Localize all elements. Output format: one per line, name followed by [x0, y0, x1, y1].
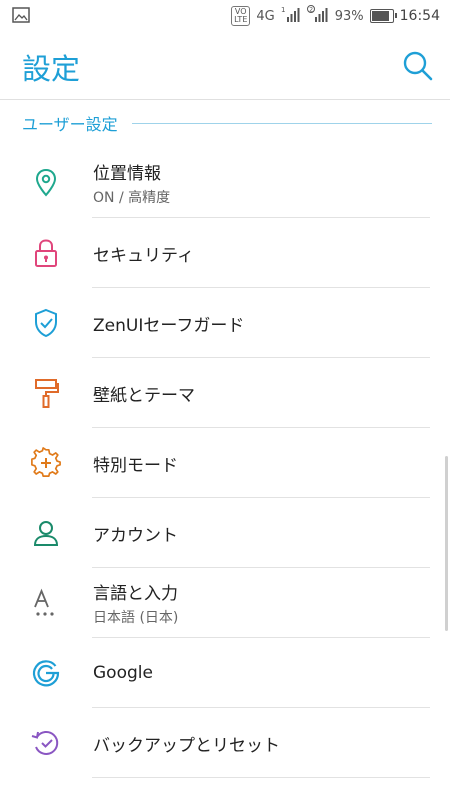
divider — [92, 777, 430, 778]
section-divider — [131, 122, 432, 124]
item-title: アカウント — [93, 525, 178, 546]
app-bar: 設定 — [0, 32, 450, 100]
page-title: 設定 — [22, 52, 81, 86]
backup-restore-icon — [30, 727, 62, 759]
list-item-backup-reset[interactable]: バックアップとリセット — [0, 708, 450, 778]
item-title: 壁紙とテーマ — [93, 385, 195, 406]
scrollbar[interactable] — [445, 456, 448, 631]
language-icon — [30, 587, 62, 619]
list-item-special-mode[interactable]: 特別モード — [0, 428, 450, 498]
item-title: 言語と入力 — [93, 584, 178, 604]
lock-icon — [30, 237, 62, 269]
battery-icon — [369, 9, 397, 23]
battery-percent: 93% — [334, 8, 364, 24]
svg-text:2: 2 — [309, 7, 313, 14]
image-notification-icon — [12, 7, 30, 27]
gear-plus-icon — [30, 447, 62, 479]
item-title: セキュリティ — [93, 245, 194, 266]
paint-roller-icon — [30, 377, 62, 409]
status-bar: VO LTE 4G 1 2 93% 16:54 — [0, 0, 450, 32]
location-pin-icon — [30, 167, 62, 199]
item-subtitle: ON / 高精度 — [93, 190, 171, 206]
list-item-zenui-safeguard[interactable]: ZenUIセーフガード — [0, 288, 450, 358]
item-title: 位置情報 — [93, 164, 161, 184]
signal-sim2-icon: 2 — [306, 5, 329, 27]
shield-icon — [30, 307, 62, 339]
list-item-google[interactable]: Google — [0, 638, 450, 708]
section-header: ユーザー設定 — [22, 110, 432, 136]
person-icon — [30, 517, 62, 549]
settings-list: 位置情報 ON / 高精度 セキュリティ ZenUIセーフガード 壁紙とテーマ … — [0, 148, 450, 778]
section-label: ユーザー設定 — [22, 115, 118, 134]
list-item-accounts[interactable]: アカウント — [0, 498, 450, 568]
volte-icon: VO LTE — [231, 6, 251, 26]
list-item-language-input[interactable]: 言語と入力 日本語 (日本) — [0, 568, 450, 638]
item-title: Google — [93, 663, 153, 683]
item-title: 特別モード — [93, 455, 178, 476]
list-item-location[interactable]: 位置情報 ON / 高精度 — [0, 148, 450, 218]
list-item-wallpaper-theme[interactable]: 壁紙とテーマ — [0, 358, 450, 428]
item-title: バックアップとリセット — [93, 735, 280, 756]
clock: 16:54 — [399, 8, 440, 24]
list-item-security[interactable]: セキュリティ — [0, 218, 450, 288]
svg-text:1: 1 — [281, 6, 285, 14]
network-type: 4G — [256, 8, 275, 24]
item-subtitle: 日本語 (日本) — [93, 610, 179, 626]
signal-sim1-icon: 1 — [281, 5, 301, 27]
search-icon[interactable] — [400, 48, 436, 84]
google-icon — [30, 657, 62, 689]
item-title: ZenUIセーフガード — [93, 315, 245, 336]
